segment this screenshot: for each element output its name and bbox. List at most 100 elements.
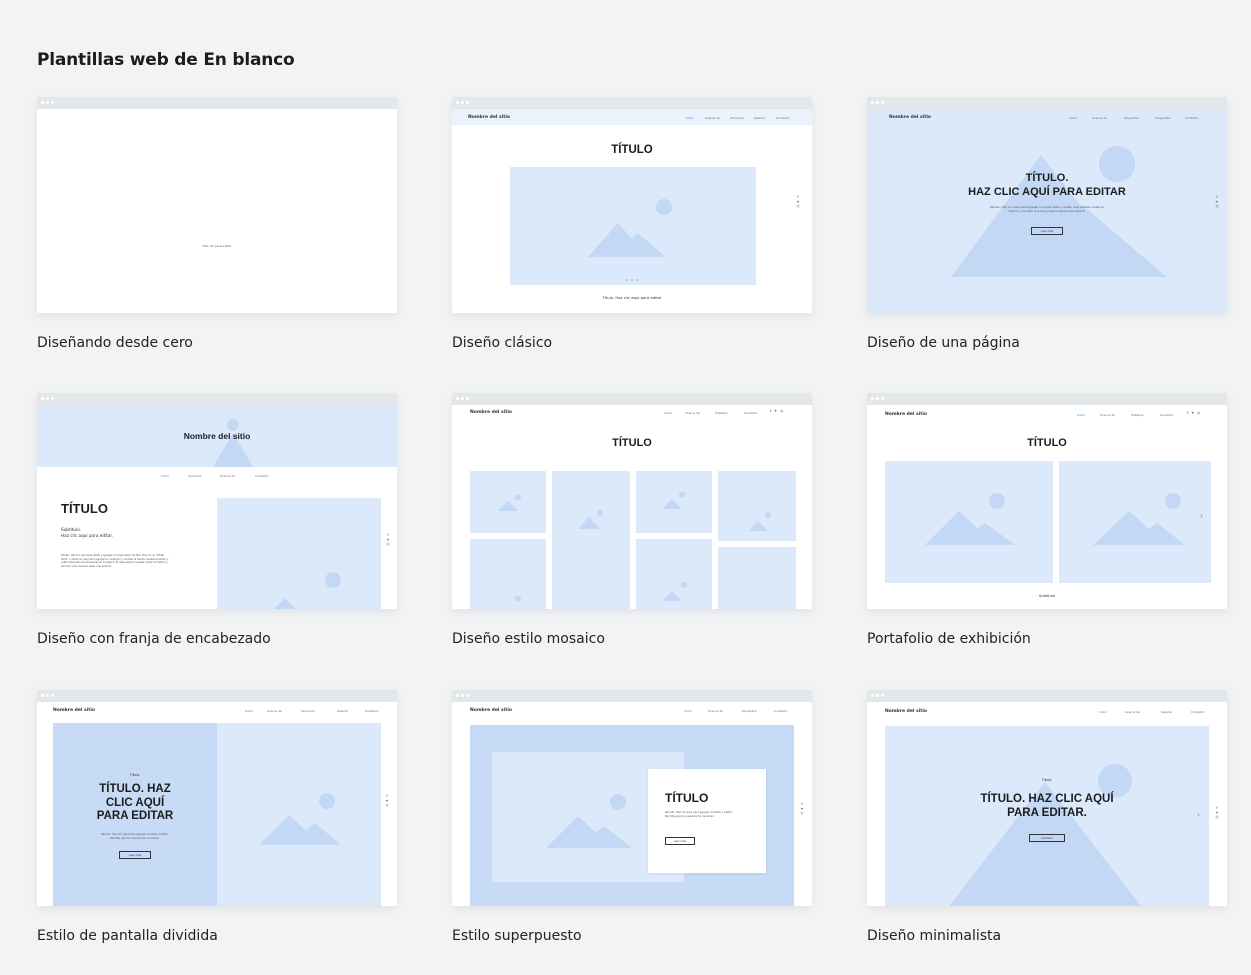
- browser-chrome: [867, 97, 1227, 109]
- nav-link[interactable]: Contacto: [1191, 710, 1205, 714]
- nav-link[interactable]: Inicio: [161, 474, 169, 478]
- template-card-one-page[interactable]: Nombre del sitio Inicio Acerca de Proyec…: [867, 97, 1227, 351]
- chevron-right-icon[interactable]: ›: [1197, 810, 1200, 819]
- image-placeholder: [885, 461, 1053, 583]
- image-placeholder: [1059, 461, 1211, 583]
- nav-link[interactable]: Servicios: [301, 709, 314, 713]
- template-label[interactable]: Estilo de pantalla dividida: [37, 928, 218, 944]
- template-label[interactable]: Diseño con franja de encabezado: [37, 631, 271, 647]
- template-thumbnail[interactable]: Nombre del sitio Inicio Acerca de Proyec…: [867, 97, 1227, 313]
- site-name: Nombre del sitio: [470, 708, 512, 713]
- template-label[interactable]: Diseño clásico: [452, 335, 552, 351]
- nav-link[interactable]: Contacto: [776, 116, 790, 120]
- site-name: Nombre del sitio: [470, 410, 512, 415]
- template-card-minimal[interactable]: Nombre del sitio Inicio Acerca de Galerí…: [867, 690, 1227, 944]
- nav-link[interactable]: Preguntas: [1155, 116, 1170, 120]
- template-thumbnail[interactable]: Nombre del sitio Inicio Servicios Acerca…: [37, 393, 397, 609]
- nav-link[interactable]: Contacto: [255, 474, 269, 478]
- read-more-button[interactable]: Leer más: [119, 851, 151, 859]
- image-placeholder: [470, 471, 546, 533]
- nav-link[interactable]: Servicios: [730, 116, 743, 120]
- paragraph: Párrafo. Haz clic aquí para editar y agr…: [61, 554, 169, 568]
- template-title: TÍTULO: [61, 501, 108, 516]
- social-icons: f✦◎: [799, 802, 805, 816]
- social-icons: f✦◎: [385, 533, 391, 547]
- read-more-button[interactable]: Leer más: [1031, 227, 1063, 235]
- template-card-split-screen[interactable]: Nombre del sitio Inicio Acerca de Servic…: [37, 690, 397, 944]
- nav-link[interactable]: Inicio: [1069, 116, 1077, 120]
- social-icons: f✦◎: [384, 794, 390, 808]
- nav-link[interactable]: Inicio: [245, 709, 253, 713]
- nav-link[interactable]: Acerca de: [1100, 413, 1115, 417]
- site-header: Nombre del sitio Inicio Acerca de Trabaj…: [867, 405, 1227, 421]
- contact-button[interactable]: Contacto: [1029, 834, 1065, 842]
- template-label[interactable]: Diseño de una página: [867, 335, 1020, 351]
- read-more-button[interactable]: Leer más: [665, 837, 695, 845]
- nav-link[interactable]: Proyectos: [742, 709, 757, 713]
- nav-link[interactable]: Inicio: [1099, 710, 1107, 714]
- template-thumbnail[interactable]: Nombre del sitio Inicio Acerca de Trabaj…: [452, 393, 812, 609]
- template-label[interactable]: Portafolio de exhibición: [867, 631, 1031, 647]
- nav-link[interactable]: Acerca de: [1125, 710, 1140, 714]
- template-title: TÍTULO. HAZ CLIC AQUÍ PARA EDITAR: [968, 172, 1126, 198]
- nav-link[interactable]: Inicio: [686, 116, 694, 120]
- template-card-blank[interactable]: Haz clic para editar Diseñando desde cer…: [37, 97, 397, 351]
- image-placeholder: [470, 539, 546, 609]
- template-label[interactable]: Diseñando desde cero: [37, 335, 193, 351]
- template-card-mosaic[interactable]: Nombre del sitio Inicio Acerca de Trabaj…: [452, 393, 812, 647]
- kicker: Título.: [1041, 778, 1053, 782]
- nav-link[interactable]: Contacto: [1160, 413, 1174, 417]
- template-card-portfolio[interactable]: Nombre del sitio Inicio Acerca de Trabaj…: [867, 393, 1227, 647]
- social-icons: f✦◎: [1187, 411, 1204, 415]
- site-header: Nombre del sitio Inicio Acerca de Proyec…: [867, 109, 1227, 125]
- nav-link[interactable]: Contacto: [1185, 116, 1199, 120]
- template-thumbnail[interactable]: Nombre del sitio Inicio Acerca de Trabaj…: [867, 393, 1227, 609]
- template-label[interactable]: Diseño estilo mosaico: [452, 631, 605, 647]
- nav-link[interactable]: Acerca de: [685, 411, 700, 415]
- chevron-right-icon[interactable]: ›: [1200, 511, 1203, 520]
- template-thumbnail[interactable]: Nombre del sitio Inicio Acerca de Galerí…: [867, 690, 1227, 906]
- nav-link[interactable]: Contacto: [744, 411, 758, 415]
- template-title: TÍTULO. HAZ CLIC AQUÍ PARA EDITAR: [96, 783, 174, 822]
- nav-link[interactable]: Inicio: [684, 709, 692, 713]
- nav-link[interactable]: Galería: [337, 709, 348, 713]
- page-heading: Plantillas web de En blanco: [37, 50, 295, 70]
- nav-link[interactable]: Trabajos: [715, 411, 727, 415]
- template-thumbnail[interactable]: Nombre del sitio Inicio Acerca de Servic…: [37, 690, 397, 906]
- site-name: Nombre del sitio: [885, 412, 927, 417]
- template-thumbnail[interactable]: Haz clic para editar: [37, 97, 397, 313]
- nav-link[interactable]: Contacto: [774, 709, 788, 713]
- template-thumbnail[interactable]: Nombre del sitio Inicio Acerca de Proyec…: [452, 690, 812, 906]
- nav-link[interactable]: Contacto: [365, 709, 379, 713]
- nav-link[interactable]: Acerca de: [1092, 116, 1107, 120]
- paragraph: Párrafo. Haz clic aquí para agregar tu t…: [665, 811, 733, 818]
- nav-link[interactable]: Acerca de: [220, 474, 235, 478]
- nav-link[interactable]: Inicio: [1077, 413, 1085, 417]
- nav-link[interactable]: Servicios: [188, 474, 201, 478]
- nav-link[interactable]: Acerca de: [705, 116, 720, 120]
- nav-link[interactable]: Proyectos: [1124, 116, 1139, 120]
- instagram-icon: ◎: [385, 803, 389, 807]
- paragraph: Párrafo. Haz clic aquí para agregar tu t…: [101, 833, 169, 840]
- nav-link[interactable]: Galería: [1161, 710, 1172, 714]
- instagram-icon: ◎: [796, 204, 800, 208]
- image-placeholder: [552, 586, 630, 609]
- nav-link[interactable]: Inicio: [664, 411, 672, 415]
- template-card-overlay[interactable]: Nombre del sitio Inicio Acerca de Proyec…: [452, 690, 812, 944]
- nav-link[interactable]: Acerca de: [267, 709, 282, 713]
- nav-link[interactable]: Galería: [754, 116, 765, 120]
- template-thumbnail[interactable]: Nombre del sitio Inicio Acerca de Servic…: [452, 97, 812, 313]
- image-placeholder: [636, 471, 712, 533]
- browser-chrome: [37, 690, 397, 702]
- template-card-strip-header[interactable]: Nombre del sitio Inicio Servicios Acerca…: [37, 393, 397, 647]
- template-label[interactable]: Estilo superpuesto: [452, 928, 582, 944]
- template-label[interactable]: Diseño minimalista: [867, 928, 1001, 944]
- site-header: Nombre del sitio Inicio Acerca de Servic…: [37, 702, 397, 718]
- nav-link[interactable]: Acerca de: [708, 709, 723, 713]
- social-icons: f✦◎: [1214, 195, 1220, 209]
- image-placeholder: [718, 471, 796, 541]
- browser-chrome: [452, 690, 812, 702]
- subtitle: Subtítulo. Haz clic aquí para editar.: [61, 527, 113, 538]
- template-card-classic[interactable]: Nombre del sitio Inicio Acerca de Servic…: [452, 97, 812, 351]
- nav-link[interactable]: Trabajos: [1131, 413, 1143, 417]
